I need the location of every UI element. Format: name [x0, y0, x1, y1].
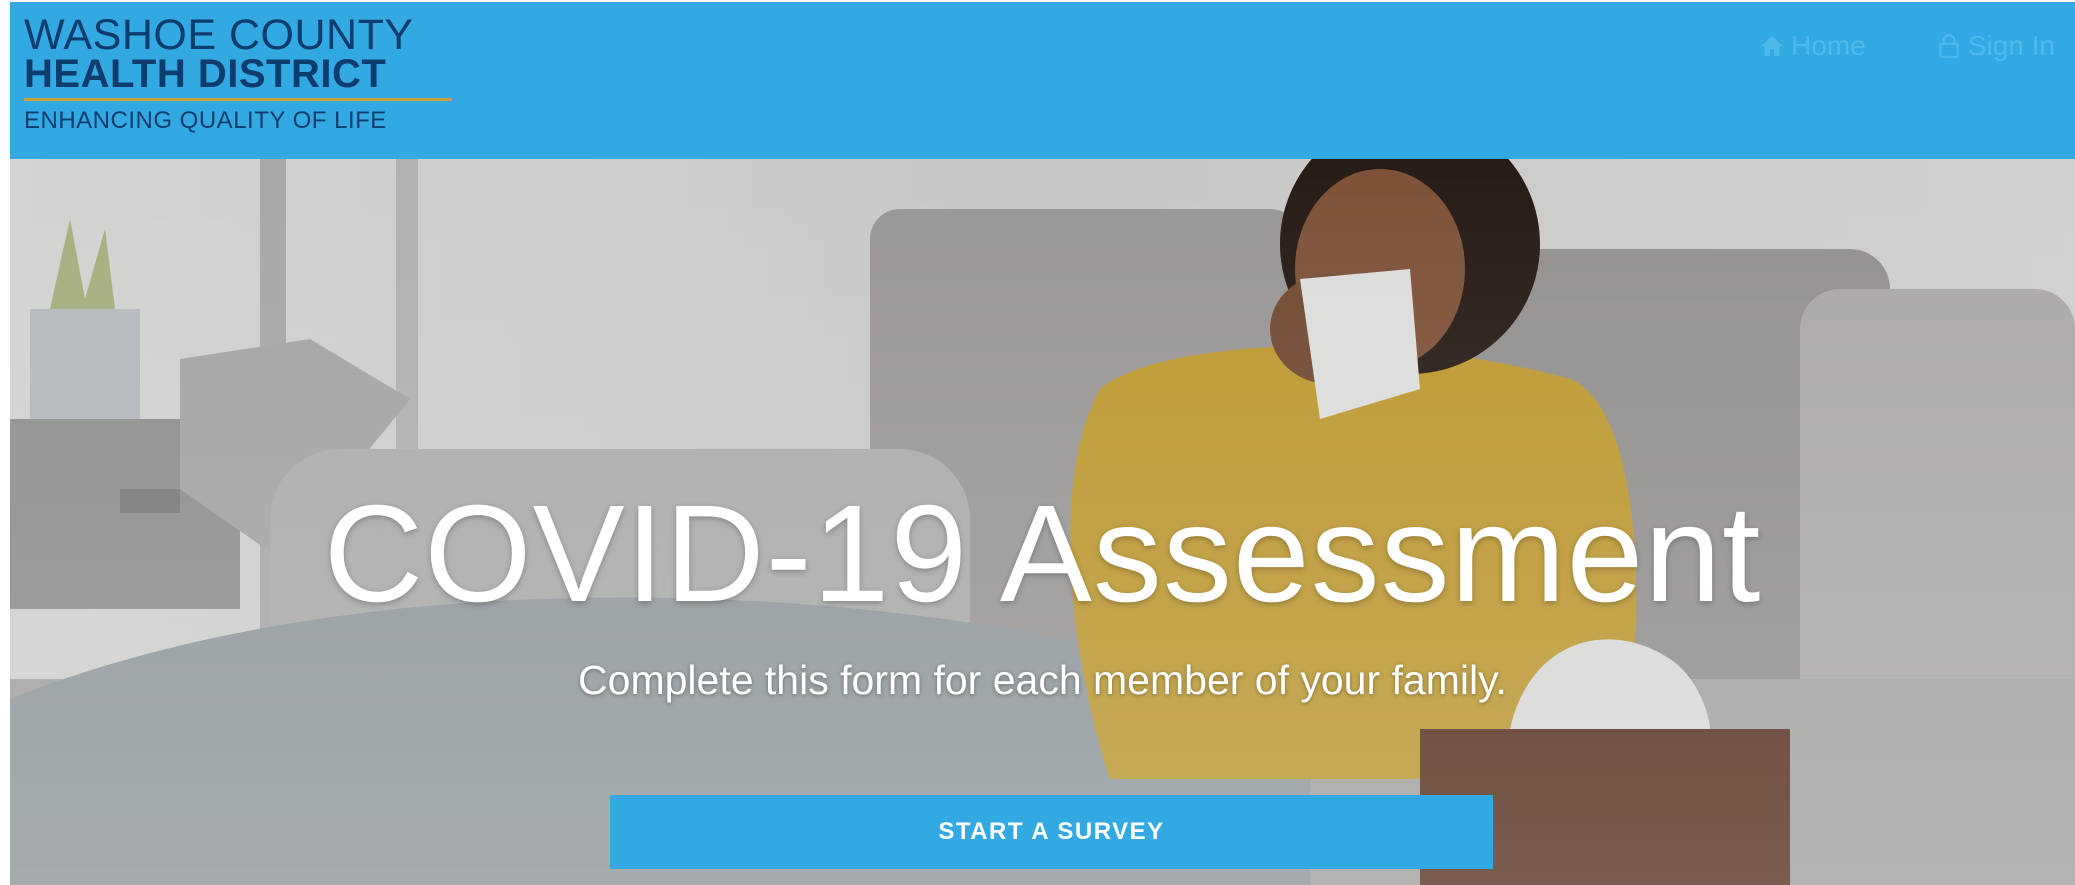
nav-sign-in-label: Sign In: [1967, 30, 2055, 61]
logo-divider: [24, 98, 452, 101]
start-survey-button[interactable]: START A SURVEY: [610, 795, 1493, 869]
site-header: WASHOE COUNTY HEALTH DISTRICT ENHANCING …: [10, 2, 2075, 159]
washoe-county-logo[interactable]: WASHOE COUNTY HEALTH DISTRICT ENHANCING …: [24, 11, 454, 135]
top-nav: Home Sign In: [1759, 30, 2055, 62]
logo-tagline: ENHANCING QUALITY OF LIFE: [24, 107, 387, 134]
hero-title: COVID-19 Assessment: [323, 477, 1762, 631]
lock-icon: [1939, 34, 1959, 58]
hero-section: COVID-19 Assessment Complete this form f…: [10, 159, 2075, 885]
logo-line-1: WASHOE COUNTY: [24, 11, 414, 59]
logo-line-2: HEALTH DISTRICT: [24, 52, 387, 96]
hero-subtitle: Complete this form for each member of yo…: [578, 657, 1507, 703]
nav-home-link[interactable]: Home: [1759, 30, 1866, 62]
page-frame: WASHOE COUNTY HEALTH DISTRICT ENHANCING …: [10, 2, 2075, 885]
nav-home-label: Home: [1791, 30, 1866, 61]
home-icon: [1761, 36, 1783, 56]
nav-sign-in-link[interactable]: Sign In: [1936, 30, 2055, 62]
